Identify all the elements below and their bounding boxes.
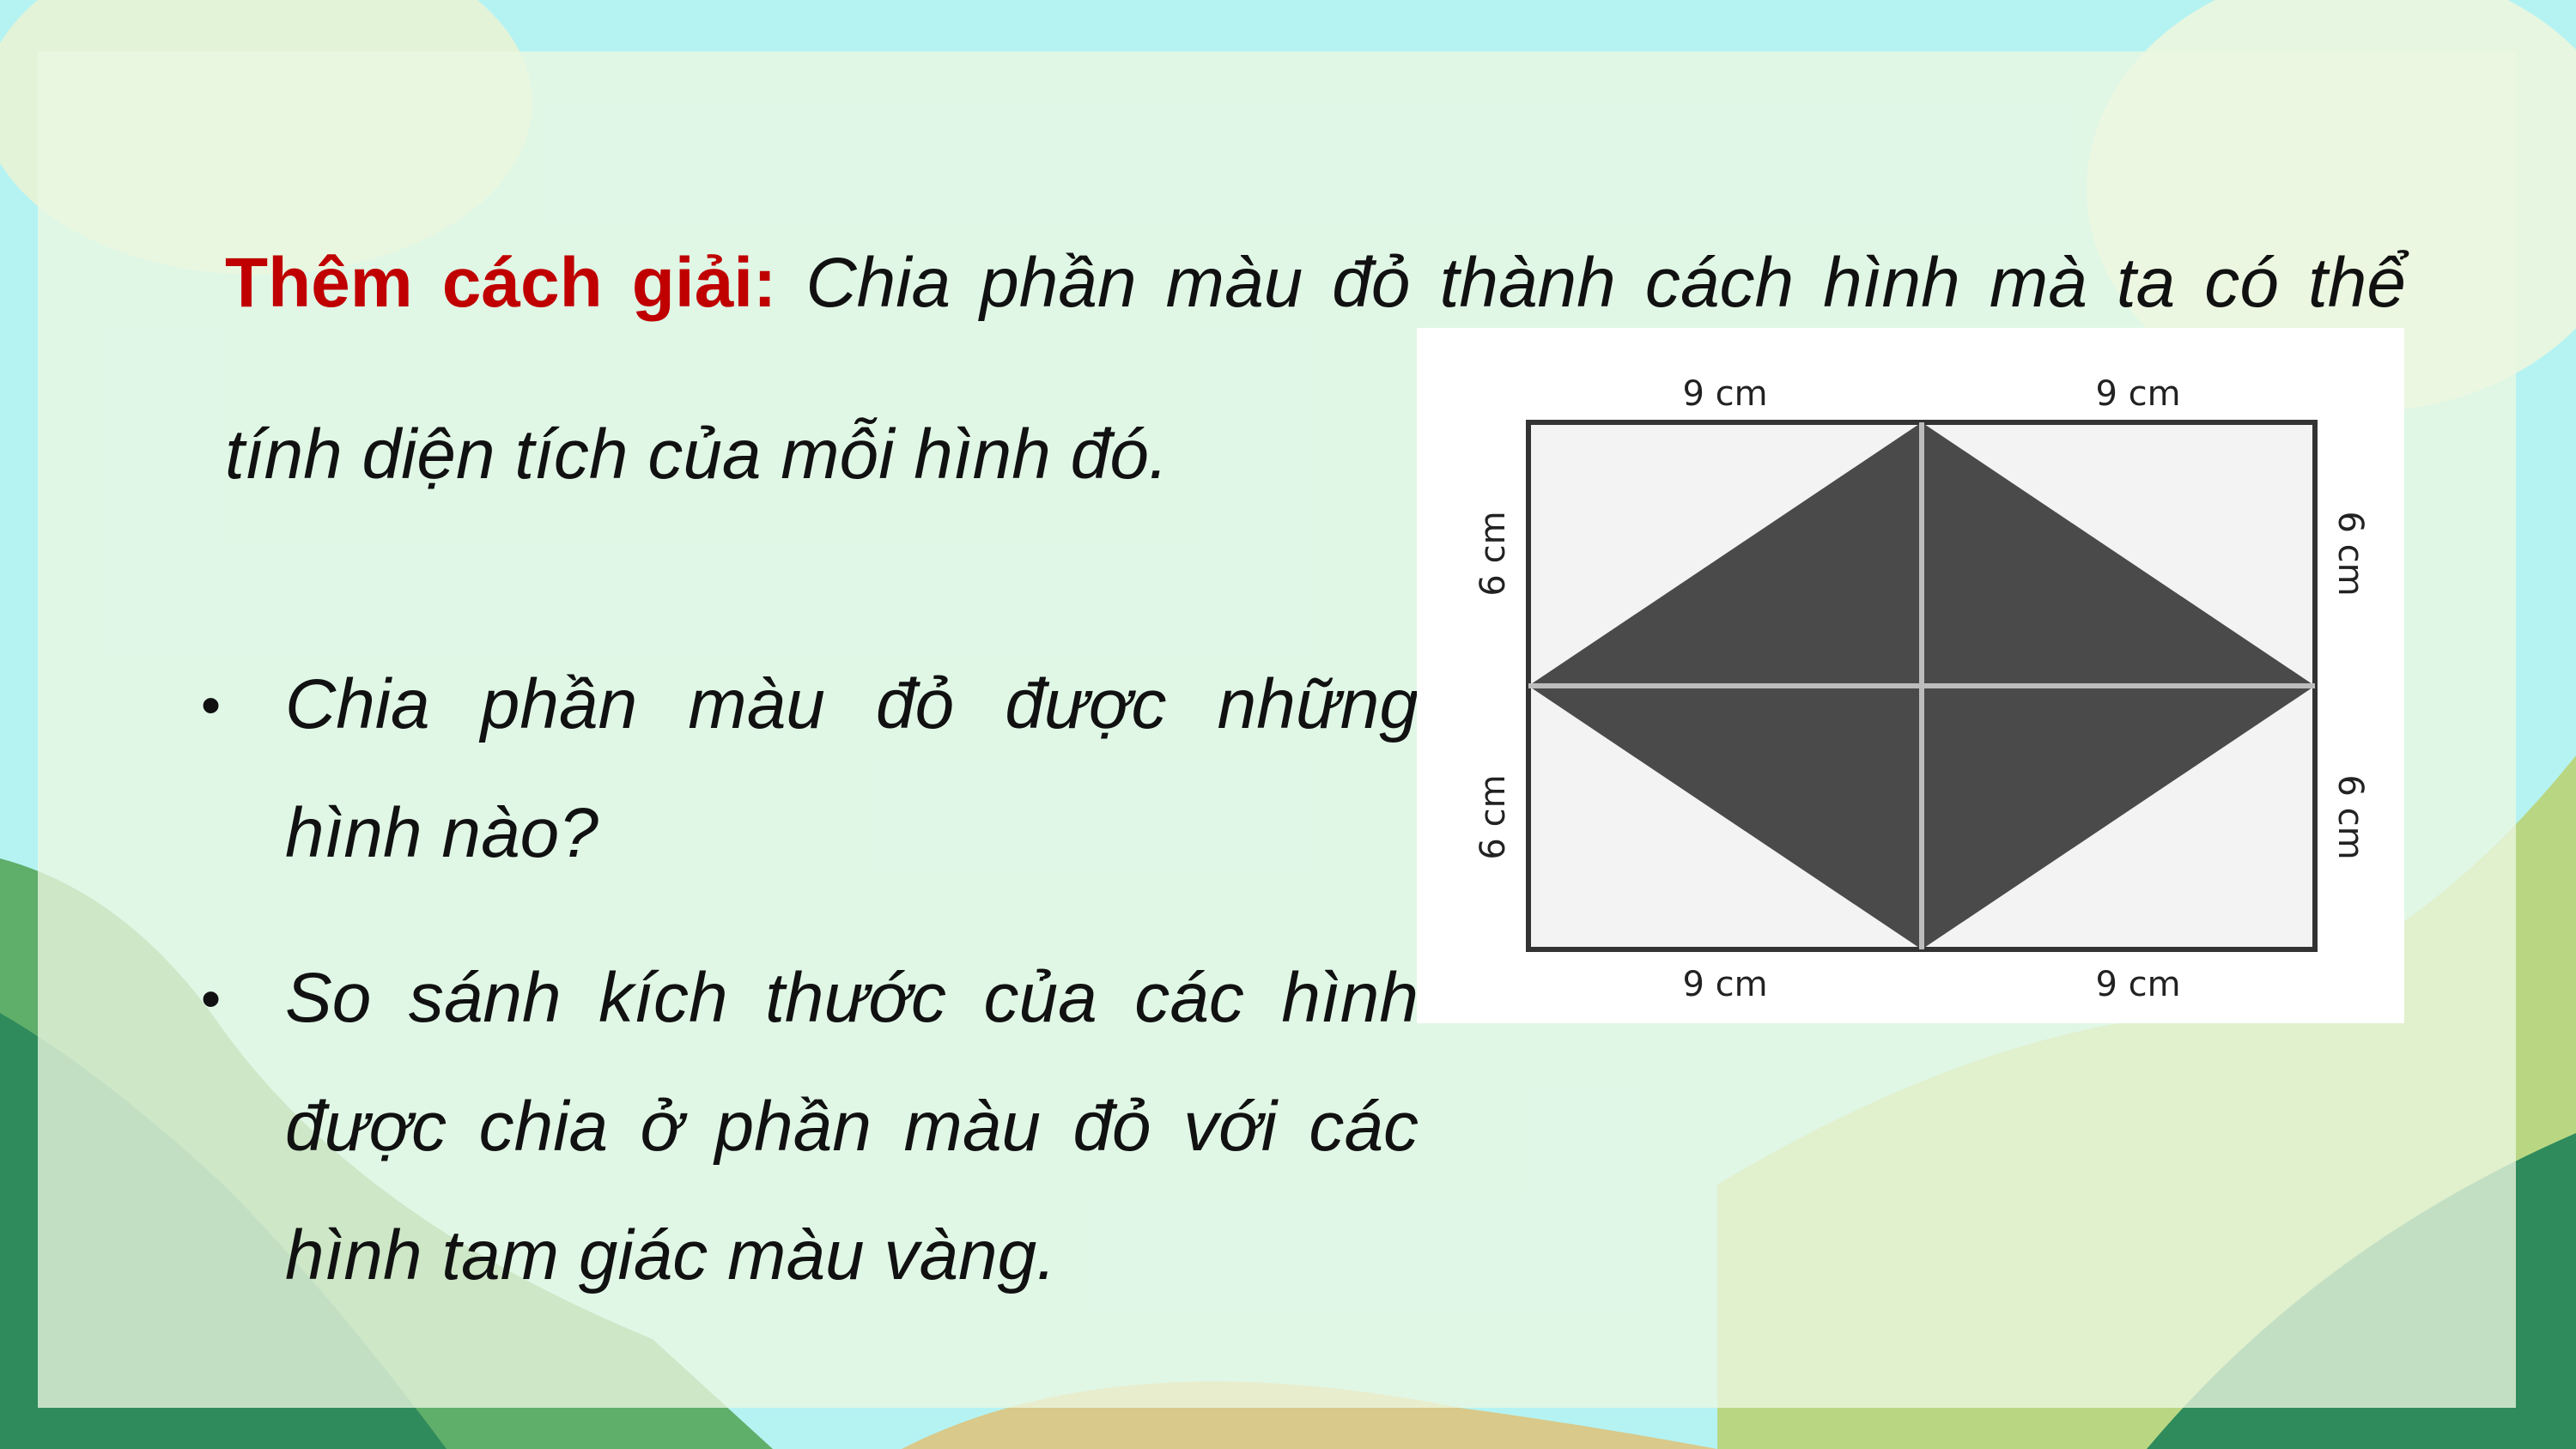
label-bottom-right: 9 cm — [2095, 965, 2180, 1004]
question-item: • Chia phần màu đỏ được những hình nào? — [196, 640, 1419, 898]
bullet-marker: • — [201, 673, 222, 737]
label-bottom-left: 9 cm — [1682, 965, 1767, 1004]
label-right-bottom: 6 cm — [2330, 774, 2370, 859]
label-left-bottom: 6 cm — [1473, 774, 1513, 859]
question-list: • Chia phần màu đỏ được những hình nào? … — [196, 640, 1419, 1356]
bullet-marker: • — [201, 967, 222, 1030]
label-left-top: 6 cm — [1473, 511, 1513, 596]
label-top-left: 9 cm — [1682, 374, 1767, 414]
question-text: So sánh kích thước của các hình được chi… — [285, 959, 1419, 1294]
intro-highlight: Thêm cách giải: — [225, 244, 777, 322]
label-top-right: 9 cm — [2095, 374, 2180, 414]
label-right-top: 6 cm — [2330, 511, 2370, 596]
question-item: • So sánh kích thước của các hình được c… — [196, 934, 1419, 1320]
geometry-figure: 9 cm 9 cm 9 cm 9 cm 6 cm 6 cm 6 cm 6 cm — [1417, 328, 2404, 1023]
question-text: Chia phần màu đỏ được những hình nào? — [285, 665, 1419, 872]
